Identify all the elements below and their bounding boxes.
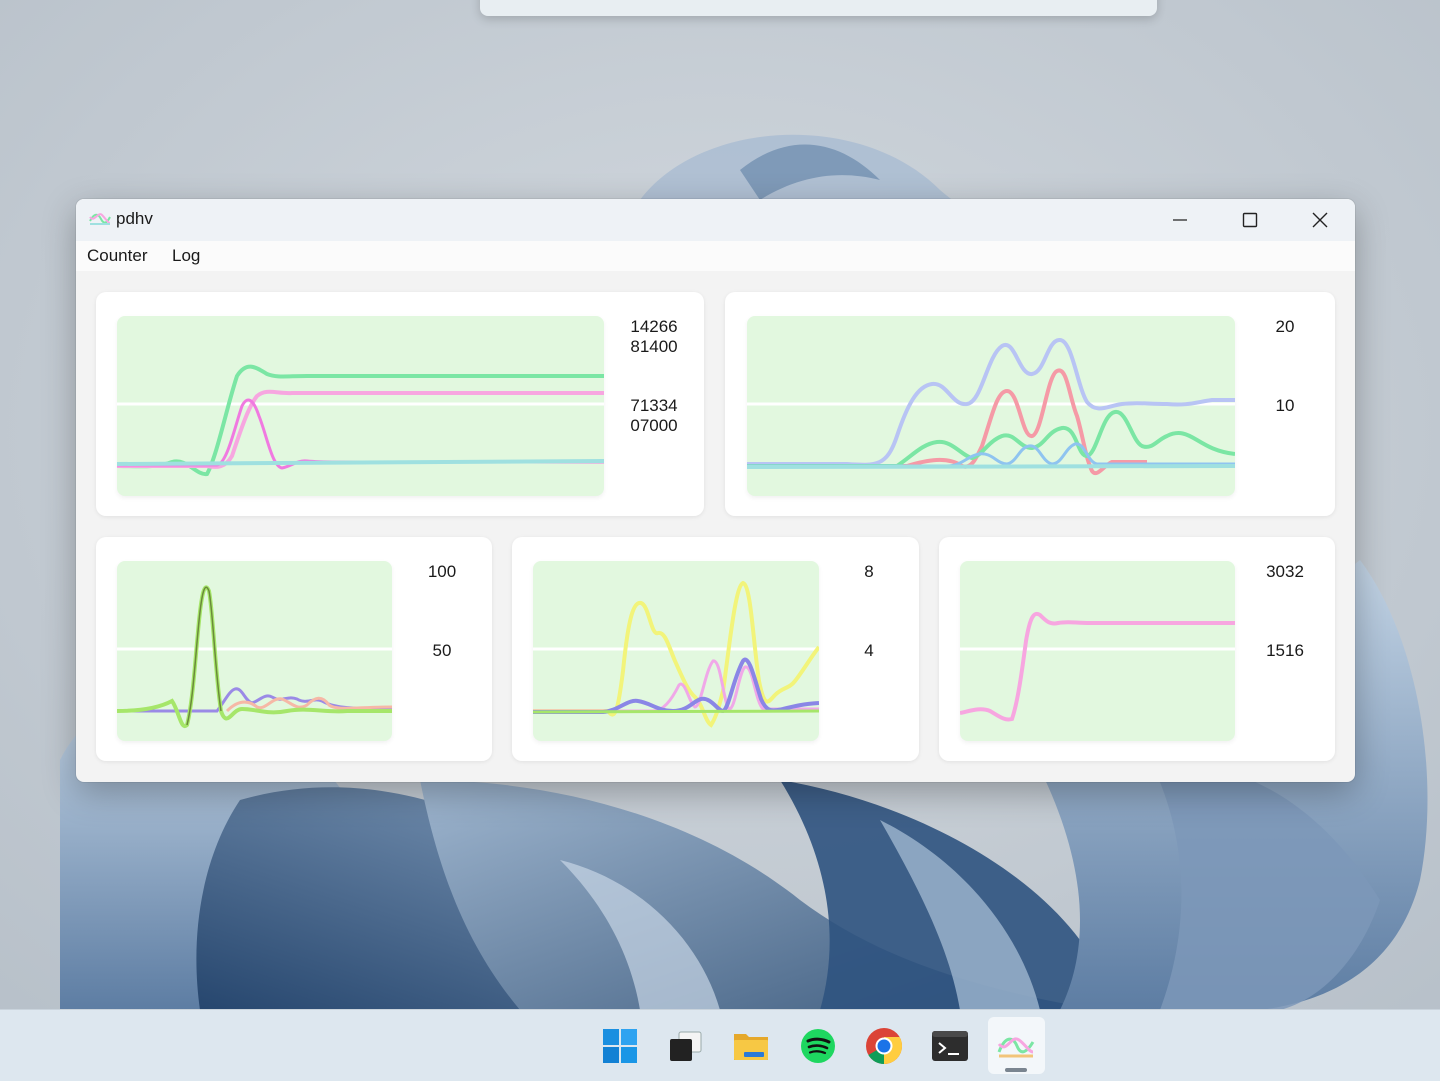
- axis-max-label-5: 3032: [1266, 562, 1304, 581]
- series-lavender: [747, 338, 1235, 467]
- series-pink: [960, 611, 1235, 722]
- axis-mid-label-4: 4: [864, 641, 874, 660]
- plot-2-svg: [747, 338, 1235, 476]
- plot-3-svg: [117, 585, 392, 729]
- axis-max-label-3: 100: [427, 562, 457, 581]
- series-magenta: [117, 398, 604, 470]
- background-window[interactable]: [480, 0, 1157, 16]
- file-explorer-icon: [734, 1034, 768, 1060]
- terminal-button[interactable]: [931, 1027, 969, 1065]
- axis-mid-label-5: 1516: [1266, 641, 1304, 660]
- chart-panel-1: 14266 81400 71334 07000: [96, 292, 704, 516]
- plot-area-1[interactable]: [117, 316, 604, 496]
- chart-panel-2: 20 10: [725, 292, 1335, 516]
- minimize-icon: [1173, 219, 1187, 221]
- close-button[interactable]: [1285, 199, 1355, 241]
- axis-max-label-2: 20: [1275, 317, 1295, 336]
- menu-counter[interactable]: Counter: [87, 246, 147, 266]
- pdhv-window: pdhv Counter Log 14266 81400 71334 07000: [76, 199, 1355, 782]
- series-teal: [117, 459, 604, 466]
- minimize-button[interactable]: [1145, 199, 1215, 241]
- taskbar: [0, 1009, 1440, 1081]
- start-button[interactable]: [601, 1027, 639, 1065]
- file-explorer-button[interactable]: [732, 1027, 770, 1065]
- plot-1-svg: [117, 364, 604, 477]
- chrome-icon: [866, 1028, 903, 1064]
- task-view-button[interactable]: [666, 1027, 704, 1065]
- start-icon: [603, 1029, 637, 1063]
- menu-bar: Counter Log: [76, 241, 1355, 271]
- axis-max-label-4: 8: [864, 562, 874, 581]
- maximize-icon: [1242, 212, 1258, 228]
- axis-mid-label-2: 10: [1275, 396, 1295, 415]
- plot-area-2[interactable]: [747, 316, 1235, 496]
- axis-mid-label-1: 71334 07000: [630, 396, 678, 435]
- series-yellow: [533, 580, 819, 728]
- pdhv-app-icon: [997, 1037, 1035, 1058]
- plot-area-5[interactable]: [960, 561, 1235, 741]
- plot-4-svg: [533, 580, 819, 728]
- close-icon: [1312, 212, 1328, 228]
- active-indicator: [1005, 1068, 1027, 1072]
- series-lime: [533, 709, 819, 714]
- chrome-button[interactable]: [865, 1027, 903, 1065]
- axis-max-label-1: 14266 81400: [630, 317, 678, 356]
- spotify-button[interactable]: [799, 1027, 837, 1065]
- chart-panel-3: 100 50: [96, 537, 492, 761]
- terminal-icon: [932, 1031, 968, 1061]
- window-title: pdhv: [116, 209, 153, 228]
- maximize-button[interactable]: [1215, 199, 1285, 241]
- plot-5-svg: [960, 611, 1235, 722]
- spotify-icon: [801, 1029, 835, 1063]
- title-bar[interactable]: pdhv: [76, 199, 1355, 241]
- plot-area-4[interactable]: [533, 561, 819, 741]
- axis-mid-label-3: 50: [432, 641, 452, 660]
- pdhv-app-icon: [89, 213, 111, 225]
- pdhv-taskbar-button[interactable]: [997, 1027, 1035, 1065]
- menu-log[interactable]: Log: [172, 246, 200, 266]
- series-teal: [747, 464, 1235, 469]
- series-green: [117, 364, 604, 477]
- chart-panel-5: 3032 1516: [939, 537, 1335, 761]
- chart-panel-4: 8 4: [512, 537, 919, 761]
- plot-area-3[interactable]: [117, 561, 392, 741]
- task-view-icon: [670, 1031, 702, 1061]
- series-pink: [533, 659, 819, 713]
